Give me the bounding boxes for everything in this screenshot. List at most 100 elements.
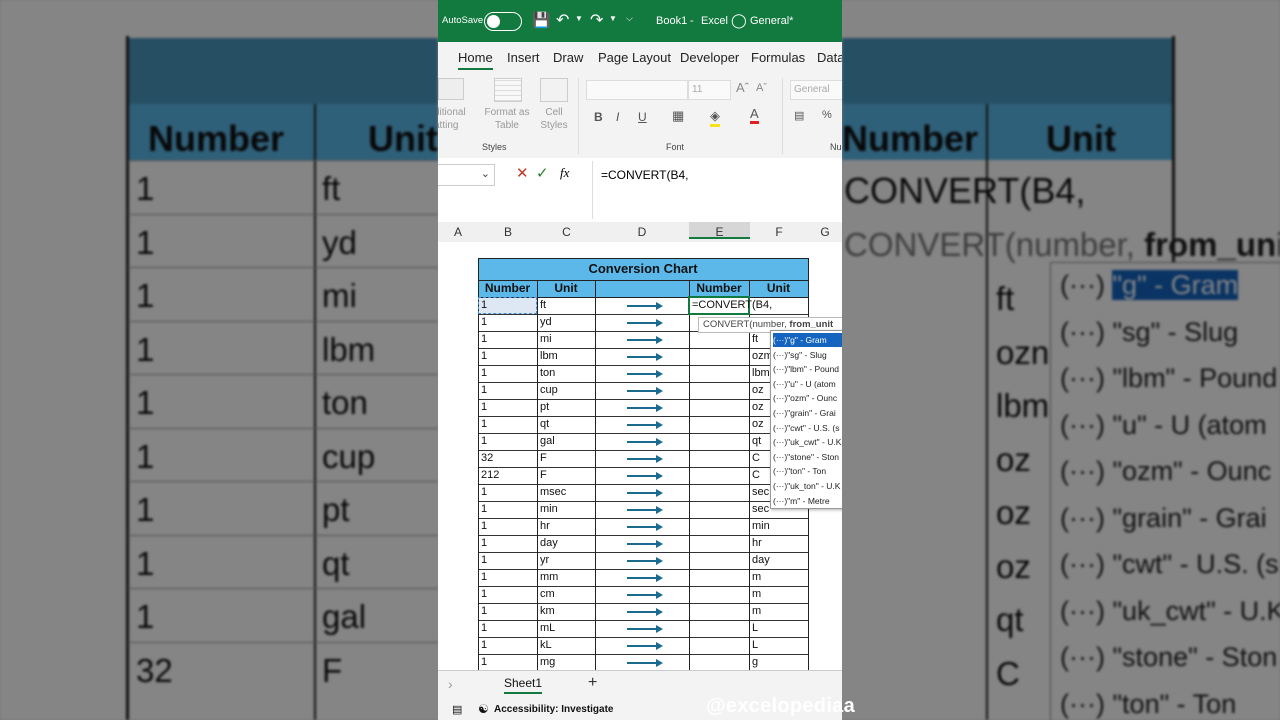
- column-header-g[interactable]: G: [808, 225, 842, 239]
- cell-number[interactable]: 1: [478, 314, 537, 331]
- percent-icon[interactable]: %: [822, 109, 832, 121]
- add-sheet-icon[interactable]: +: [588, 674, 597, 692]
- undo-icon[interactable]: ↶: [556, 10, 569, 30]
- format-as-table-label[interactable]: Format as Table: [482, 106, 532, 132]
- accessibility-status[interactable]: Accessibility: Investigate: [494, 704, 614, 715]
- cell-converted-number[interactable]: [689, 535, 749, 552]
- cell-number[interactable]: 1: [478, 331, 537, 348]
- autocomplete-item[interactable]: (···)"cwt" - U.S. (s: [773, 421, 842, 435]
- cell-number[interactable]: 1: [478, 433, 537, 450]
- cell-unit[interactable]: F: [537, 450, 595, 467]
- number-format-box[interactable]: General: [790, 80, 842, 100]
- cell-number[interactable]: 1: [478, 620, 537, 637]
- autocomplete-item[interactable]: (···)"uk_ton" - U.K: [773, 479, 842, 493]
- cell-target-unit[interactable]: min: [749, 518, 808, 535]
- autosave-toggle[interactable]: [484, 12, 522, 31]
- column-header-e[interactable]: E: [689, 222, 750, 239]
- cell-unit[interactable]: mL: [537, 620, 595, 637]
- italic-button[interactable]: I: [616, 110, 619, 124]
- cell-unit[interactable]: pt: [537, 399, 595, 416]
- cell-converted-number[interactable]: [689, 620, 749, 637]
- accessibility-icon[interactable]: ☯: [478, 702, 489, 716]
- cell-number[interactable]: 1: [478, 348, 537, 365]
- autocomplete-item[interactable]: (···)"sg" - Slug: [773, 348, 842, 362]
- autocomplete-item[interactable]: (···)"stone" - Ston: [773, 450, 842, 464]
- column-header-a[interactable]: A: [438, 225, 478, 239]
- autocomplete-item[interactable]: (···)"m" - Metre: [773, 494, 842, 508]
- cell-unit[interactable]: hr: [537, 518, 595, 535]
- cell-number[interactable]: 1: [478, 518, 537, 535]
- insert-function-icon[interactable]: fx: [560, 165, 569, 181]
- cell-target-unit[interactable]: day: [749, 552, 808, 569]
- cell-unit[interactable]: cup: [537, 382, 595, 399]
- cell-unit[interactable]: day: [537, 535, 595, 552]
- cell-unit[interactable]: km: [537, 603, 595, 620]
- cell-styles-label[interactable]: Cell Styles: [532, 106, 576, 132]
- font-name-box[interactable]: [586, 80, 688, 100]
- column-header-d[interactable]: D: [595, 225, 689, 239]
- cell-converted-number[interactable]: [689, 484, 749, 501]
- cell-unit[interactable]: min: [537, 501, 595, 518]
- tab-developer[interactable]: Developer: [680, 50, 739, 65]
- sensitivity-label[interactable]: General*: [750, 15, 793, 27]
- cell-converted-number[interactable]: [689, 348, 749, 365]
- customize-toolbar-icon[interactable]: ⌵: [626, 13, 633, 24]
- tab-home[interactable]: Home: [458, 50, 493, 70]
- accounting-format-icon[interactable]: ▤: [794, 109, 804, 122]
- cell-unit[interactable]: cm: [537, 586, 595, 603]
- autocomplete-item[interactable]: (···)"uk_cwt" - U.K: [773, 435, 842, 449]
- underline-button[interactable]: U: [638, 110, 647, 124]
- cell-number[interactable]: 1: [478, 501, 537, 518]
- cell-number[interactable]: 1: [478, 416, 537, 433]
- font-size-box[interactable]: 11: [688, 80, 731, 100]
- cell-number[interactable]: 1: [478, 535, 537, 552]
- conditional-formatting-icon[interactable]: [438, 78, 464, 100]
- cell-number[interactable]: 1: [478, 637, 537, 654]
- cell-converted-number[interactable]: [689, 637, 749, 654]
- cell-target-unit[interactable]: g: [749, 654, 808, 671]
- tab-draw[interactable]: Draw: [553, 50, 583, 65]
- cancel-icon[interactable]: ✕: [516, 164, 529, 182]
- fill-color-icon[interactable]: ◈: [710, 108, 720, 127]
- enter-icon[interactable]: ✓: [536, 164, 549, 182]
- cell-converted-number[interactable]: [689, 382, 749, 399]
- cell-unit[interactable]: ton: [537, 365, 595, 382]
- cell-converted-number[interactable]: [689, 399, 749, 416]
- cell-converted-number[interactable]: =CONVERT(B4,: [689, 297, 772, 314]
- cell-converted-number[interactable]: [689, 467, 749, 484]
- cell-number[interactable]: 212: [478, 467, 537, 484]
- cell-converted-number[interactable]: [689, 654, 749, 671]
- redo-dropdown-icon[interactable]: ▼: [609, 14, 617, 23]
- cell-unit[interactable]: mi: [537, 331, 595, 348]
- format-as-table-icon[interactable]: [494, 78, 522, 102]
- decrease-font-icon[interactable]: Aˇ: [756, 82, 767, 94]
- cell-target-unit[interactable]: m: [749, 569, 808, 586]
- autocomplete-item[interactable]: (···)"u" - U (atom: [773, 377, 842, 391]
- cell-converted-number[interactable]: [689, 569, 749, 586]
- cell-unit[interactable]: gal: [537, 433, 595, 450]
- cell-number[interactable]: 32: [478, 450, 537, 467]
- cell-converted-number[interactable]: [689, 586, 749, 603]
- conditional-formatting-label[interactable]: ditional atting: [438, 106, 476, 132]
- name-box[interactable]: ⌄: [438, 164, 495, 186]
- bold-button[interactable]: B: [594, 110, 603, 124]
- cell-converted-number[interactable]: [689, 552, 749, 569]
- font-color-icon[interactable]: A: [750, 106, 759, 124]
- increase-font-icon[interactable]: Aˆ: [736, 80, 749, 95]
- undo-dropdown-icon[interactable]: ▼: [575, 14, 583, 23]
- cell-unit[interactable]: yd: [537, 314, 595, 331]
- cell-converted-number[interactable]: [689, 450, 749, 467]
- cell-converted-number[interactable]: [689, 331, 749, 348]
- tab-page-layout[interactable]: Page Layout: [598, 50, 671, 65]
- redo-icon[interactable]: ↷: [590, 10, 603, 30]
- chevron-right-icon[interactable]: ›: [448, 676, 453, 692]
- cell-target-unit[interactable]: m: [749, 603, 808, 620]
- tab-insert[interactable]: Insert: [507, 50, 540, 65]
- column-header-f[interactable]: F: [750, 225, 808, 239]
- cell-number[interactable]: 1: [478, 654, 537, 671]
- cell-converted-number[interactable]: [689, 603, 749, 620]
- cell-unit[interactable]: yr: [537, 552, 595, 569]
- cell-number[interactable]: 1: [478, 484, 537, 501]
- cell-target-unit[interactable]: m: [749, 586, 808, 603]
- save-icon[interactable]: 💾: [532, 11, 551, 29]
